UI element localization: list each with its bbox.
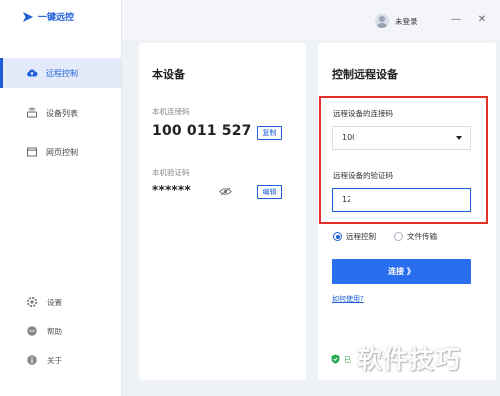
mode-remote-control-label: 远程控制 <box>346 232 376 241</box>
cloud-icon <box>27 69 38 77</box>
about-label: 关于 <box>47 355 62 365</box>
highlight-box <box>319 96 488 224</box>
radio-unselected-icon <box>394 232 403 241</box>
sidebar: 一键远控 远程控制 设备列表 网页控制 设置 帮助 关于 <box>0 0 122 396</box>
help-button[interactable]: 帮助 <box>26 325 62 337</box>
radio-selected-icon <box>333 232 342 241</box>
shield-icon <box>331 354 340 364</box>
local-device-card <box>139 43 306 380</box>
watermark-text: 软件技巧 <box>357 345 462 374</box>
local-verify-value: ****** <box>152 183 191 197</box>
local-code-value: 100 011 527 <box>152 123 252 139</box>
local-device-title: 本设备 <box>152 68 185 81</box>
mode-remote-control-radio[interactable]: 远程控制 <box>333 231 376 242</box>
logo-icon <box>23 11 33 22</box>
how-to-use-link[interactable]: 如何使用? <box>332 294 364 304</box>
avatar-icon <box>375 14 389 28</box>
web-page-icon <box>27 147 37 157</box>
info-icon <box>27 355 37 365</box>
sidebar-item-web-control[interactable]: 网页控制 <box>0 137 121 167</box>
sidebar-item-device-list[interactable]: 设备列表 <box>0 98 121 128</box>
local-verify-label: 本机验证码 <box>152 168 190 177</box>
secure-status-text: 已 <box>344 356 351 364</box>
edit-button[interactable]: 编辑 <box>257 185 282 199</box>
close-button[interactable]: ✕ <box>475 13 489 27</box>
minimize-button[interactable]: — <box>449 13 463 27</box>
help-label: 帮助 <box>47 326 62 336</box>
user-login-button[interactable]: 未登录 <box>375 14 418 28</box>
sidebar-item-remote-control[interactable]: 远程控制 <box>0 58 121 88</box>
sidebar-item-label: 远程控制 <box>46 68 78 78</box>
gear-icon <box>26 296 38 308</box>
mode-file-transfer-label: 文件传输 <box>407 232 437 241</box>
about-button[interactable]: 关于 <box>26 354 62 366</box>
chat-bubble-icon <box>27 326 37 336</box>
settings-label: 设置 <box>47 297 62 307</box>
sidebar-item-label: 设备列表 <box>46 108 78 118</box>
eye-icon[interactable] <box>219 187 232 196</box>
sidebar-item-label: 网页控制 <box>46 147 78 157</box>
settings-button[interactable]: 设置 <box>26 296 62 308</box>
user-status: 未登录 <box>395 16 418 26</box>
remote-control-title: 控制远程设备 <box>332 68 398 81</box>
mode-file-transfer-radio[interactable]: 文件传输 <box>394 231 437 242</box>
connect-button[interactable]: 连接 》 <box>332 259 471 284</box>
app-name: 一键远控 <box>38 13 75 23</box>
copy-button[interactable]: 复制 <box>257 126 282 140</box>
local-code-label: 本机连接码 <box>152 107 190 116</box>
app-logo: 一键远控 <box>22 10 74 23</box>
title-bar <box>122 0 500 40</box>
device-list-icon <box>27 107 37 118</box>
